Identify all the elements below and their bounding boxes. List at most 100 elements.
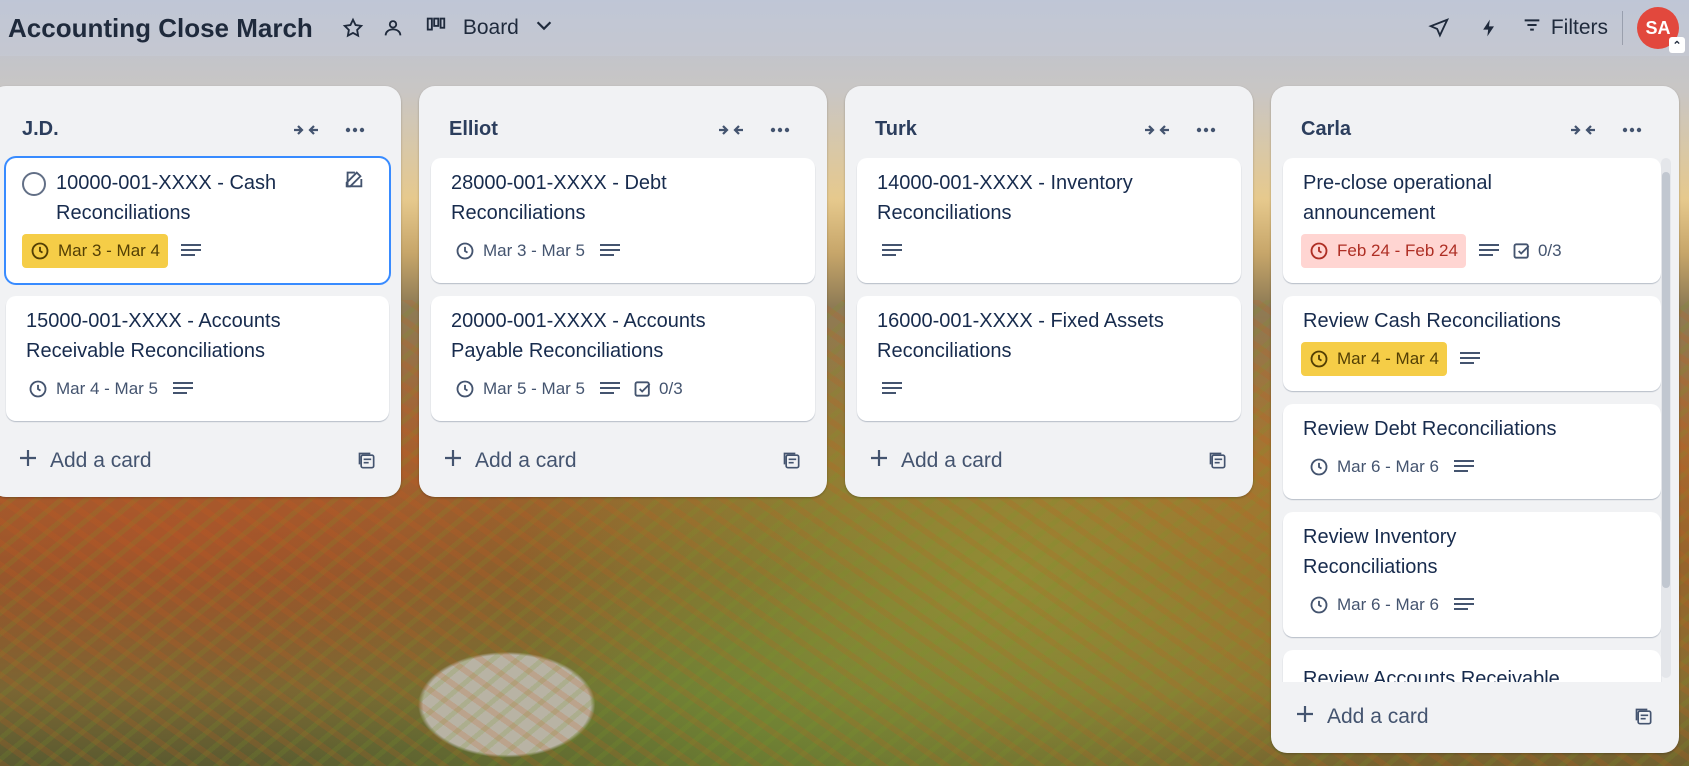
card-title: Review Debt Reconciliations	[1303, 418, 1557, 440]
view-switcher[interactable]: Board	[425, 14, 555, 42]
automation-lightning-icon[interactable]	[1471, 10, 1507, 46]
card[interactable]: 14000-001-XXXX - Inventory Reconciliatio…	[857, 158, 1241, 283]
add-card-label: Add a card	[1327, 705, 1429, 728]
card-badges: Mar 3 - Mar 5	[453, 234, 621, 268]
card[interactable]: Review Inventory Reconciliations Mar 6 -…	[1283, 512, 1661, 637]
card-title: Reconciliations	[877, 340, 1012, 362]
description-icon	[1453, 594, 1475, 616]
card-template-icon[interactable]	[1203, 446, 1233, 476]
clock-icon	[29, 380, 47, 398]
card[interactable]: Review Debt Reconciliations Mar 6 - Mar …	[1283, 404, 1661, 499]
card-badges: Mar 4 - Mar 4	[1301, 342, 1481, 376]
checklist-icon	[634, 381, 651, 397]
list-turk[interactable]: Turk 14000-001-XXXX - Inventory Reconcil…	[845, 86, 1253, 497]
board-header: Accounting Close March Board Filters SA	[0, 0, 1689, 56]
card-template-icon[interactable]	[352, 446, 382, 476]
card[interactable]: 16000-001-XXXX - Fixed Assets Reconcilia…	[857, 296, 1241, 421]
card[interactable]: Review Accounts Receivable	[1283, 650, 1661, 682]
description-icon	[599, 240, 621, 262]
list-menu-icon[interactable]	[337, 112, 373, 148]
collapse-list-icon[interactable]	[1139, 112, 1175, 148]
list-menu-icon[interactable]	[1614, 112, 1650, 148]
due-date-badge[interactable]: Feb 24 - Feb 24	[1301, 234, 1466, 268]
checklist-badge: 0/3	[1512, 241, 1562, 261]
card[interactable]: Review Cash Reconciliations Mar 4 - Mar …	[1283, 296, 1661, 391]
add-card-label: Add a card	[50, 449, 152, 472]
add-card-button[interactable]: Add a card	[443, 448, 577, 474]
card-template-icon[interactable]	[777, 446, 807, 476]
complete-checkbox[interactable]	[22, 172, 46, 196]
scrollbar-thumb[interactable]	[1662, 172, 1670, 588]
due-date-text: Mar 5 - Mar 5	[483, 379, 586, 398]
card-title: 20000-001-XXXX - Accounts	[451, 310, 706, 332]
filters-button[interactable]: Filters	[1521, 14, 1608, 42]
plus-icon	[1295, 704, 1315, 730]
description-icon	[172, 378, 194, 400]
card-badges: Mar 3 - Mar 4	[22, 234, 202, 268]
list-title[interactable]: Turk	[875, 118, 917, 141]
card-template-icon[interactable]	[1629, 702, 1659, 732]
card-title: 10000-001-XXXX - Cash	[56, 172, 277, 194]
view-label: Board	[462, 16, 519, 39]
card-badges: Mar 6 - Mar 6	[1307, 588, 1475, 622]
board-visibility-icon[interactable]	[375, 10, 411, 46]
power-ups-rocket-icon[interactable]	[1421, 10, 1457, 46]
card-badges	[881, 234, 903, 268]
card-title: Pre-close operational	[1303, 172, 1492, 194]
list-scrollbar[interactable]	[1661, 158, 1671, 678]
due-date-text: Mar 6 - Mar 6	[1337, 595, 1440, 614]
avatar-initials: SA	[1645, 17, 1671, 38]
list-title[interactable]: Elliot	[449, 118, 498, 141]
card[interactable]: 15000-001-XXXX - Accounts Receivable Rec…	[6, 296, 389, 421]
card-title: Reconciliations	[1303, 556, 1438, 578]
list-menu-icon[interactable]	[1188, 112, 1224, 148]
due-date-text: Mar 4 - Mar 5	[56, 379, 159, 398]
due-date-badge[interactable]: Mar 4 - Mar 4	[1301, 342, 1448, 376]
list-cards-scroll-area[interactable]: Pre-close operational announcement Feb 2…	[1271, 154, 1663, 682]
due-date-badge[interactable]: Mar 3 - Mar 4	[22, 234, 169, 268]
add-card-label: Add a card	[475, 449, 577, 472]
checklist-icon	[1513, 243, 1530, 259]
add-card-button[interactable]: Add a card	[869, 448, 1003, 474]
list-elliot[interactable]: Elliot 28000-001-XXXX - Debt Reconciliat…	[419, 86, 827, 497]
collapse-list-icon[interactable]	[1565, 112, 1601, 148]
description-icon	[1478, 240, 1500, 262]
card-title: Reconciliations	[56, 202, 191, 224]
list-menu-icon[interactable]	[762, 112, 798, 148]
card[interactable]: 28000-001-XXXX - Debt Reconciliations Ma…	[431, 158, 815, 283]
due-date-text: Mar 3 - Mar 4	[58, 241, 161, 260]
card[interactable]: 20000-001-XXXX - Accounts Payable Reconc…	[431, 296, 815, 421]
description-icon	[599, 378, 621, 400]
add-card-button[interactable]: Add a card	[1295, 704, 1429, 730]
board-title[interactable]: Accounting Close March	[8, 13, 313, 44]
due-date-text: Mar 4 - Mar 4	[1337, 349, 1440, 368]
avatar[interactable]: SA ⌃	[1637, 7, 1685, 53]
card-title: Review Accounts Receivable	[1303, 668, 1560, 682]
card-title: Review Inventory	[1303, 526, 1457, 548]
collapse-list-icon[interactable]	[288, 112, 324, 148]
due-date-badge[interactable]: Mar 4 - Mar 5	[26, 372, 160, 406]
due-date-badge[interactable]: Mar 5 - Mar 5	[453, 372, 587, 406]
clock-icon	[1310, 242, 1328, 260]
list-jd[interactable]: J.D. 10000-001-XXXX - Cash Reconciliatio…	[0, 86, 401, 497]
card-title: Receivable Reconciliations	[26, 340, 266, 362]
card-title: Reconciliations	[877, 202, 1012, 224]
card[interactable]: 10000-001-XXXX - Cash Reconciliations Ma…	[6, 158, 389, 283]
due-date-badge[interactable]: Mar 6 - Mar 6	[1307, 450, 1441, 484]
add-card-button[interactable]: Add a card	[18, 448, 152, 474]
list-carla[interactable]: Carla Pre-close operational announcement…	[1271, 86, 1679, 753]
chevron-down-icon	[533, 14, 555, 42]
clock-icon	[1310, 458, 1328, 476]
list-title[interactable]: Carla	[1301, 118, 1351, 141]
due-date-badge[interactable]: Mar 6 - Mar 6	[1307, 588, 1441, 622]
card-badges: Mar 6 - Mar 6	[1307, 450, 1475, 484]
list-title[interactable]: J.D.	[22, 118, 59, 141]
star-icon[interactable]	[335, 10, 371, 46]
edit-card-icon[interactable]	[341, 166, 367, 192]
card[interactable]: Pre-close operational announcement Feb 2…	[1283, 158, 1661, 283]
clock-icon	[456, 380, 474, 398]
due-date-badge[interactable]: Mar 3 - Mar 5	[453, 234, 587, 268]
collapse-list-icon[interactable]	[713, 112, 749, 148]
header-actions: Filters SA ⌃	[1421, 0, 1689, 56]
header-divider	[1622, 11, 1623, 45]
